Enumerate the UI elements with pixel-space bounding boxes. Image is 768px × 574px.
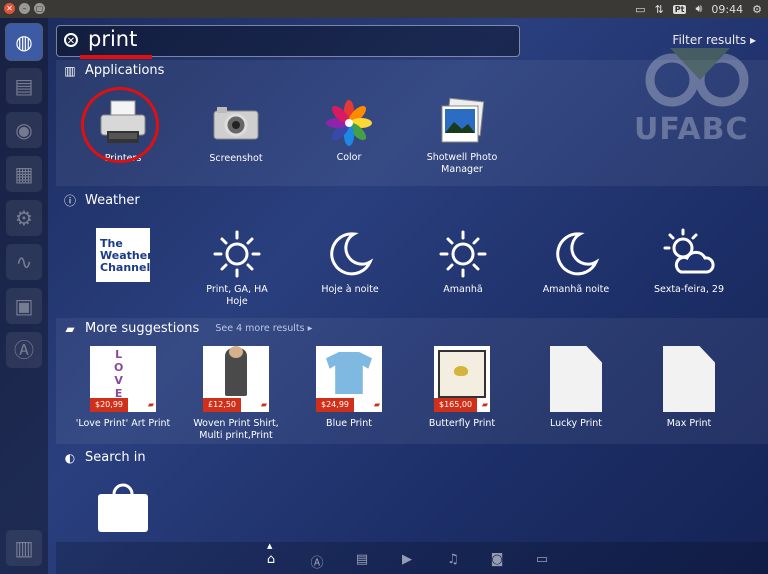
launcher-app-4[interactable]: ⚙ (6, 200, 42, 236)
weather-item-tomorrow[interactable]: Amanhã (408, 228, 518, 296)
category-search-in[interactable]: ◐ Search in (63, 450, 146, 465)
moon-icon (556, 232, 600, 276)
weather-item-friday[interactable]: Sexta-feira, 29 (634, 228, 744, 296)
video-lens-icon[interactable]: ▶ (397, 552, 417, 567)
display-icon[interactable]: ▭ (635, 3, 645, 16)
launcher-app-1[interactable]: ▤ (6, 68, 42, 104)
product-thumbnail: $24,99 ▰ (316, 346, 382, 412)
launcher-app-5[interactable]: ∿ (6, 244, 42, 280)
dash-home-button[interactable]: ◍ (6, 24, 42, 60)
color-flower-icon (326, 100, 372, 146)
launcher-app-2[interactable]: ◉ (6, 112, 42, 148)
document-icon (663, 346, 715, 412)
gear-icon[interactable]: ⚙ (752, 3, 762, 16)
launcher-app-7[interactable]: Ⓐ (6, 332, 42, 368)
home-lens-icon[interactable]: ⌂ (261, 552, 281, 567)
applications-lens-icon[interactable]: Ⓐ (307, 552, 327, 571)
photos-lens-icon[interactable]: ◙ (487, 552, 507, 567)
document-icon (550, 346, 602, 412)
moon-icon (330, 232, 374, 276)
weather-item-tomorrow-night[interactable]: Amanhã noite (521, 228, 631, 296)
volume-icon[interactable]: 🔊︎ (695, 2, 702, 16)
shopping-bag-icon: ▰ (65, 321, 75, 336)
suggestion-love-print[interactable]: LOVE $20,99 ▰ 'Love Print' Art Print (68, 346, 178, 430)
highlight-circle (81, 87, 159, 163)
see-more-results-link[interactable]: See 4 more results ▸ (215, 323, 312, 334)
shopping-bag-icon (98, 483, 148, 532)
sun-icon (213, 230, 261, 278)
clear-search-icon[interactable]: ✕ (64, 33, 78, 47)
suggestion-max-print[interactable]: Max Print (634, 346, 744, 430)
applications-icon: ▥ (64, 63, 76, 78)
minimize-window-button[interactable]: – (19, 3, 30, 14)
music-lens-icon[interactable]: ♫ (443, 552, 463, 567)
suggestion-blue-print[interactable]: $24,99 ▰ Blue Print (294, 346, 404, 430)
category-applications[interactable]: ▥ Applications (63, 63, 164, 78)
clock[interactable]: 09:44 (711, 3, 743, 16)
top-panel: ✕ – ▢ ▭ ⇅ Pt 🔊︎ 09:44 ⚙ (0, 0, 768, 18)
maximize-window-button[interactable]: ▢ (34, 3, 45, 14)
search-box[interactable]: ✕ print (56, 25, 520, 57)
category-more-suggestions[interactable]: ▰ More suggestions See 4 more results ▸ (63, 321, 312, 336)
active-lens-indicator: ▲ (267, 542, 273, 550)
launcher-app-6[interactable]: ▣ (6, 288, 42, 324)
app-color[interactable]: Color (294, 98, 404, 164)
shopping-lens-icon[interactable] (96, 482, 150, 532)
files-lens-icon[interactable]: ▤ (352, 552, 372, 567)
search-input[interactable]: print (88, 27, 137, 51)
shopping-bag-icon: ▰ (481, 400, 488, 409)
sun-cloud-icon (663, 228, 715, 274)
trash-icon[interactable]: ▥ (6, 530, 42, 566)
network-icon[interactable]: ⇅ (655, 3, 664, 16)
social-lens-icon[interactable]: ▭ (532, 552, 552, 567)
photo-stack-icon (441, 97, 485, 143)
search-highlight-underline (80, 55, 152, 59)
app-screenshot[interactable]: Screenshot (181, 99, 291, 165)
product-thumbnail: LOVE $20,99 ▰ (90, 346, 156, 412)
app-shotwell[interactable]: Shotwell Photo Manager (407, 96, 517, 176)
weather-item-tonight[interactable]: Hoje à noite (295, 228, 405, 296)
sun-icon (439, 230, 487, 278)
weather-channel-logo[interactable]: The Weather Channel (96, 228, 153, 282)
suggestion-woven-print-shirt[interactable]: £12,50 ▰ Woven Print Shirt, Multi print,… (181, 346, 291, 442)
category-weather[interactable]: ⓘ Weather (63, 192, 140, 209)
shopping-bag-icon: ▰ (260, 400, 267, 409)
product-thumbnail: $165,00 ▰ (434, 346, 490, 412)
launcher-app-3[interactable]: ▦ (6, 156, 42, 192)
suggestion-lucky-print[interactable]: Lucky Print (521, 346, 631, 430)
weather-item-today[interactable]: Print, GA, HA Hoje (182, 228, 292, 308)
info-icon: ⓘ (63, 194, 76, 208)
shopping-bag-icon: ▰ (147, 400, 154, 409)
close-window-button[interactable]: ✕ (4, 3, 15, 14)
shopping-bag-icon: ▰ (373, 400, 380, 409)
suggestion-butterfly-print[interactable]: $165,00 ▰ Butterfly Print (407, 346, 517, 430)
launcher: ◍ ▤ ◉ ▦ ⚙ ∿ ▣ Ⓐ ▥ (0, 18, 48, 574)
camera-icon (213, 107, 259, 140)
globe-icon: ◐ (64, 450, 76, 465)
keyboard-layout-indicator[interactable]: Pt (672, 4, 687, 14)
product-thumbnail: £12,50 ▰ (203, 346, 269, 412)
